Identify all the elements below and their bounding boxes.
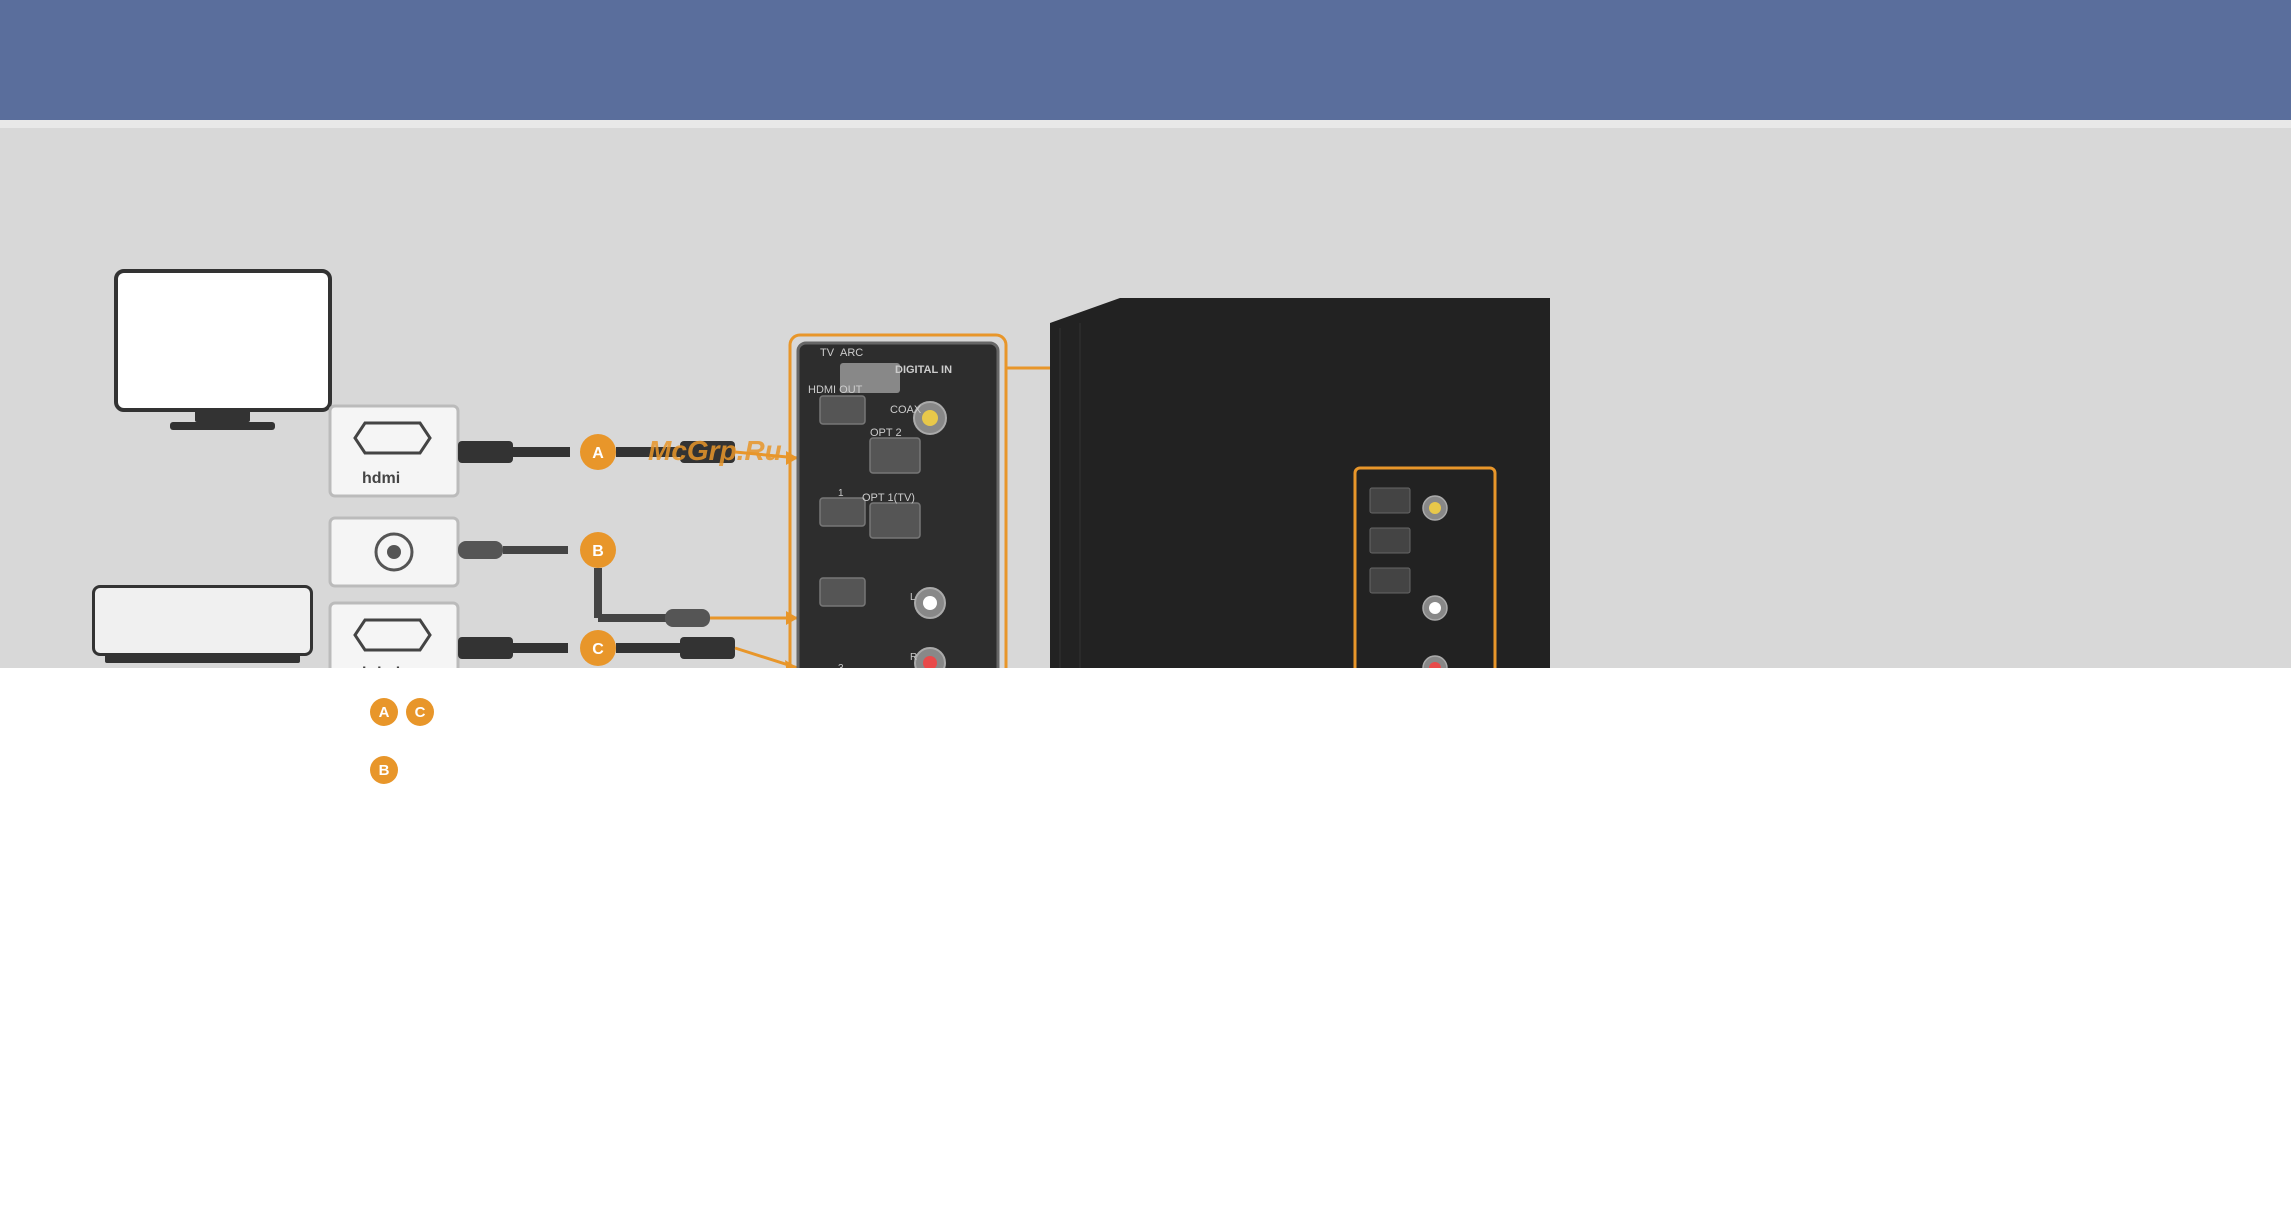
svg-text:TV: TV [820, 347, 835, 359]
svg-text:A: A [592, 445, 604, 462]
svg-text:COAX: COAX [890, 404, 922, 416]
main-content: hdmi hdmi A B [0, 128, 2291, 668]
label-a-circle: A [370, 698, 398, 726]
svg-text:C: C [592, 641, 604, 658]
svg-text:OPT 2: OPT 2 [870, 427, 902, 439]
svg-text:1: 1 [838, 488, 844, 499]
svg-text:L: L [910, 592, 916, 603]
svg-text:HDMI OUT: HDMI OUT [808, 384, 863, 396]
separator [0, 120, 2291, 128]
svg-text:ARC: ARC [840, 347, 863, 359]
label-b-circle: B [370, 756, 398, 784]
svg-text:R: R [910, 652, 917, 663]
bottom-area: A C B [0, 668, 2291, 814]
ac-label-row: A C [60, 698, 2231, 726]
svg-text:DIGITAL IN: DIGITAL IN [895, 364, 952, 376]
svg-text:OPT 1(TV): OPT 1(TV) [862, 492, 915, 504]
svg-text:McGrp.Ru: McGrp.Ru [648, 435, 782, 466]
label-c-circle: C [406, 698, 434, 726]
svg-text:B: B [592, 543, 604, 560]
diagram-svg: hdmi hdmi A B [0, 128, 2291, 668]
svg-text:hdmi: hdmi [362, 470, 400, 487]
b-label-row: B [60, 756, 2231, 784]
top-banner [0, 0, 2291, 120]
